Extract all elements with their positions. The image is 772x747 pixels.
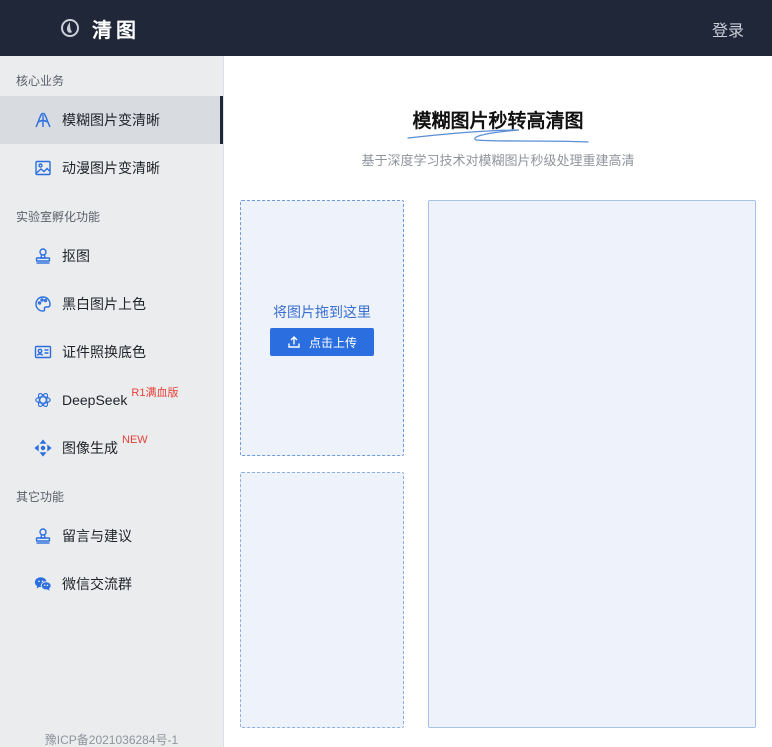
- upload-icon: [287, 335, 301, 349]
- sidebar-item-label: 微信交流群: [62, 576, 132, 592]
- sidebar-item-colorize[interactable]: 黑白图片上色: [0, 280, 223, 328]
- drop-hint: 将图片拖到这里: [273, 304, 371, 320]
- generate-icon: [34, 439, 52, 457]
- stamp-icon: [34, 247, 52, 265]
- section-title-other: 其它功能: [16, 490, 65, 504]
- sidebar-item-id-photo[interactable]: 证件照换底色: [0, 328, 223, 376]
- sidebar-item-wechat[interactable]: 微信交流群: [0, 560, 223, 608]
- top-header: 清图 登录: [0, 0, 772, 56]
- r1-badge: R1满血版: [131, 387, 179, 399]
- palette-icon: [34, 295, 52, 313]
- sidebar-item-label: 动漫图片变清晰: [62, 160, 160, 176]
- logo-icon: [60, 18, 80, 38]
- sidebar-item-blur-enhance[interactable]: 模糊图片变清晰: [0, 96, 223, 144]
- sidebar-item-label: 黑白图片上色: [62, 296, 146, 312]
- wechat-icon: [34, 575, 52, 593]
- logo-text: 清图: [92, 19, 140, 42]
- sidebar-item-cutout[interactable]: 抠图: [0, 232, 223, 280]
- upload-drop-zone[interactable]: 将图片拖到这里 点击上传: [240, 200, 404, 456]
- original-image-panel: [240, 472, 404, 728]
- main-content: 模糊图片秒转高清图 基于深度学习技术对模糊图片秒级处理重建高清 将图片拖到这里 …: [224, 56, 772, 747]
- id-card-icon: [34, 343, 52, 361]
- result-preview-panel: [428, 200, 756, 728]
- sidebar-item-label: 证件照换底色: [62, 344, 146, 360]
- sidebar-item-deepseek[interactable]: DeepSeek R1满血版: [0, 376, 223, 424]
- section-title-lab: 实验室孵化功能: [16, 210, 101, 224]
- sidebar-item-feedback[interactable]: 留言与建议: [0, 512, 223, 560]
- image-icon: [34, 159, 52, 177]
- sidebar-item-image-gen[interactable]: 图像生成 NEW: [0, 424, 223, 472]
- sidebar-item-label: 模糊图片变清晰: [62, 112, 160, 128]
- sidebar-item-label: DeepSeek: [62, 392, 128, 408]
- sidebar: 核心业务 模糊图片变清晰 动漫图片变清晰 实验室孵化功能 抠图 黑白图片上色 证…: [0, 56, 224, 747]
- enhance-icon: [34, 111, 52, 129]
- deepseek-icon: [34, 391, 52, 409]
- icp-footer[interactable]: 豫ICP备2021036284号-1: [0, 731, 223, 747]
- upload-button[interactable]: 点击上传: [270, 328, 374, 356]
- sidebar-item-label: 留言与建议: [62, 528, 132, 544]
- new-badge: NEW: [122, 434, 148, 446]
- upload-button-label: 点击上传: [308, 335, 357, 350]
- app-logo[interactable]: 清图: [60, 14, 140, 42]
- sidebar-item-label: 图像生成: [62, 440, 118, 456]
- page-subtitle: 基于深度学习技术对模糊图片秒级处理重建高清: [361, 153, 635, 168]
- section-title-core: 核心业务: [16, 74, 65, 88]
- title-underline-decoration: [407, 129, 589, 143]
- login-link[interactable]: 登录: [712, 17, 744, 41]
- sidebar-item-label: 抠图: [62, 248, 90, 264]
- feedback-icon: [34, 527, 52, 545]
- sidebar-item-anime-enhance[interactable]: 动漫图片变清晰: [0, 144, 223, 192]
